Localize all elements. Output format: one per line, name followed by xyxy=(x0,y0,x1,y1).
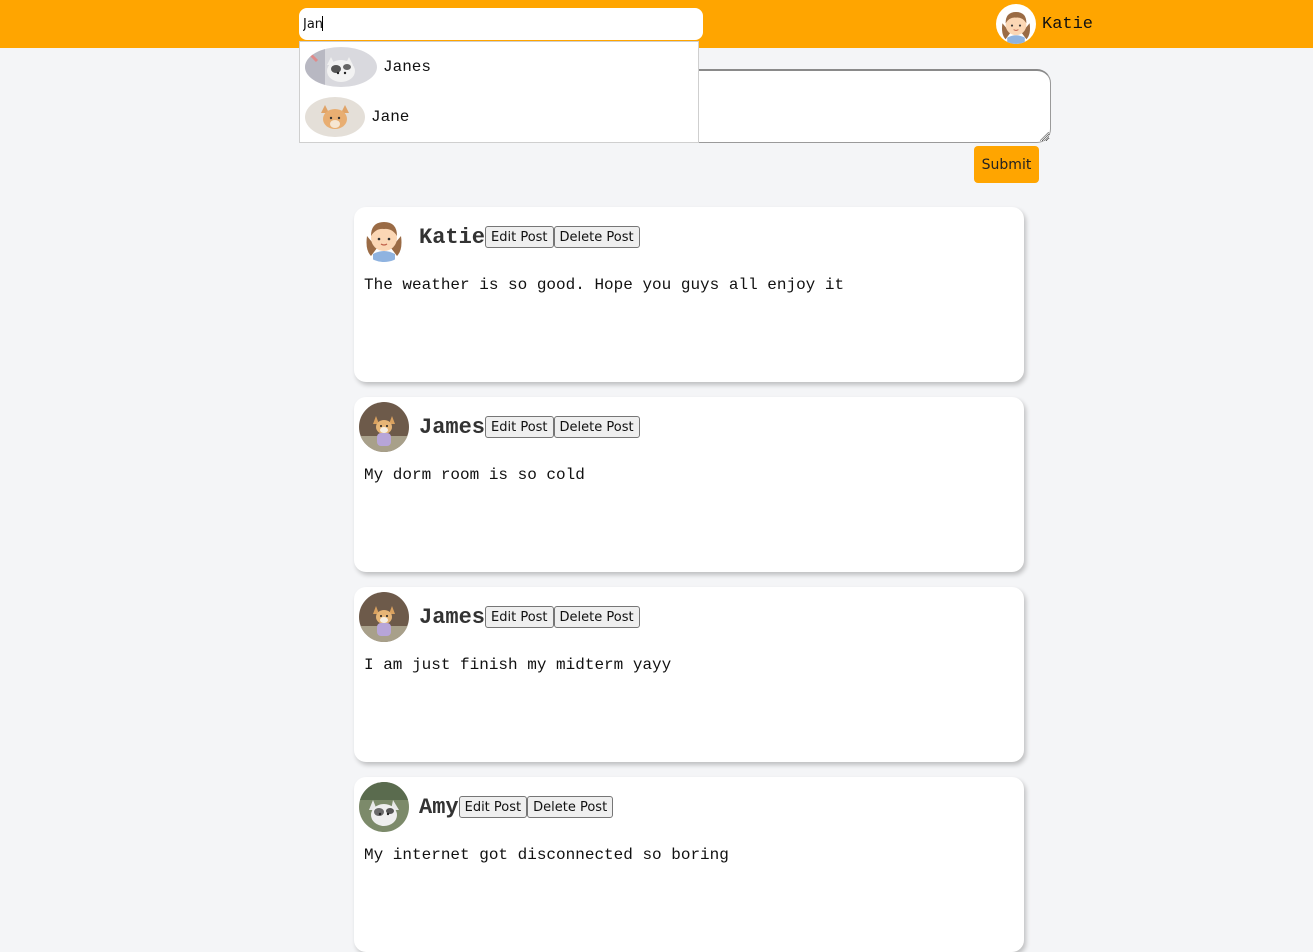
edit-post-button[interactable]: Edit Post xyxy=(485,606,554,628)
post-author: James xyxy=(419,604,486,630)
post-author: Katie xyxy=(419,224,486,250)
search-result-item[interactable]: Janes xyxy=(305,47,431,87)
corgi-photo-icon xyxy=(359,592,409,642)
resize-handle-icon[interactable] xyxy=(1040,132,1049,141)
search-result-label: Jane xyxy=(371,108,410,126)
text-cursor xyxy=(322,16,323,31)
post-card: James Edit Post Delete Post I am just fi… xyxy=(354,587,1024,762)
post-body: I am just finish my midterm yayy xyxy=(364,656,672,674)
search-input[interactable] xyxy=(299,8,703,40)
edit-post-button[interactable]: Edit Post xyxy=(485,226,554,248)
cat-photo-icon xyxy=(305,47,377,87)
post-card: James Edit Post Delete Post My dorm room… xyxy=(354,397,1024,572)
delete-post-button[interactable]: Delete Post xyxy=(553,606,640,628)
current-user-chip[interactable]: Katie xyxy=(996,3,1093,45)
corgi-photo-icon xyxy=(359,402,409,452)
post-author: James xyxy=(419,414,486,440)
delete-post-button[interactable]: Delete Post xyxy=(553,226,640,248)
cat-photo-icon xyxy=(359,782,409,832)
post-card: Katie Edit Post Delete Post The weather … xyxy=(354,207,1024,382)
search-results-dropdown: Janes Jane xyxy=(299,41,699,143)
post-header: James Edit Post Delete Post xyxy=(359,592,640,642)
current-user-name: Katie xyxy=(1042,14,1094,34)
post-header: Amy Edit Post Delete Post xyxy=(359,782,614,832)
post-card: Amy Edit Post Delete Post My internet go… xyxy=(354,777,1024,952)
post-header: Katie Edit Post Delete Post xyxy=(359,212,640,262)
submit-button[interactable]: Submit xyxy=(974,146,1039,183)
girl-avatar-icon xyxy=(996,4,1036,44)
post-header: James Edit Post Delete Post xyxy=(359,402,640,452)
orange-cat-photo-icon xyxy=(305,97,365,137)
search-box[interactable] xyxy=(299,8,703,40)
delete-post-button[interactable]: Delete Post xyxy=(553,416,640,438)
delete-post-button[interactable]: Delete Post xyxy=(527,796,614,818)
edit-post-button[interactable]: Edit Post xyxy=(485,416,554,438)
post-body: The weather is so good. Hope you guys al… xyxy=(364,276,845,294)
girl-avatar-icon xyxy=(359,212,409,262)
search-result-item[interactable]: Jane xyxy=(305,97,409,137)
post-author: Amy xyxy=(419,794,459,820)
search-result-label: Janes xyxy=(383,58,432,76)
post-body: My internet got disconnected so boring xyxy=(364,846,729,864)
post-body: My dorm room is so cold xyxy=(364,466,585,484)
edit-post-button[interactable]: Edit Post xyxy=(458,796,528,818)
